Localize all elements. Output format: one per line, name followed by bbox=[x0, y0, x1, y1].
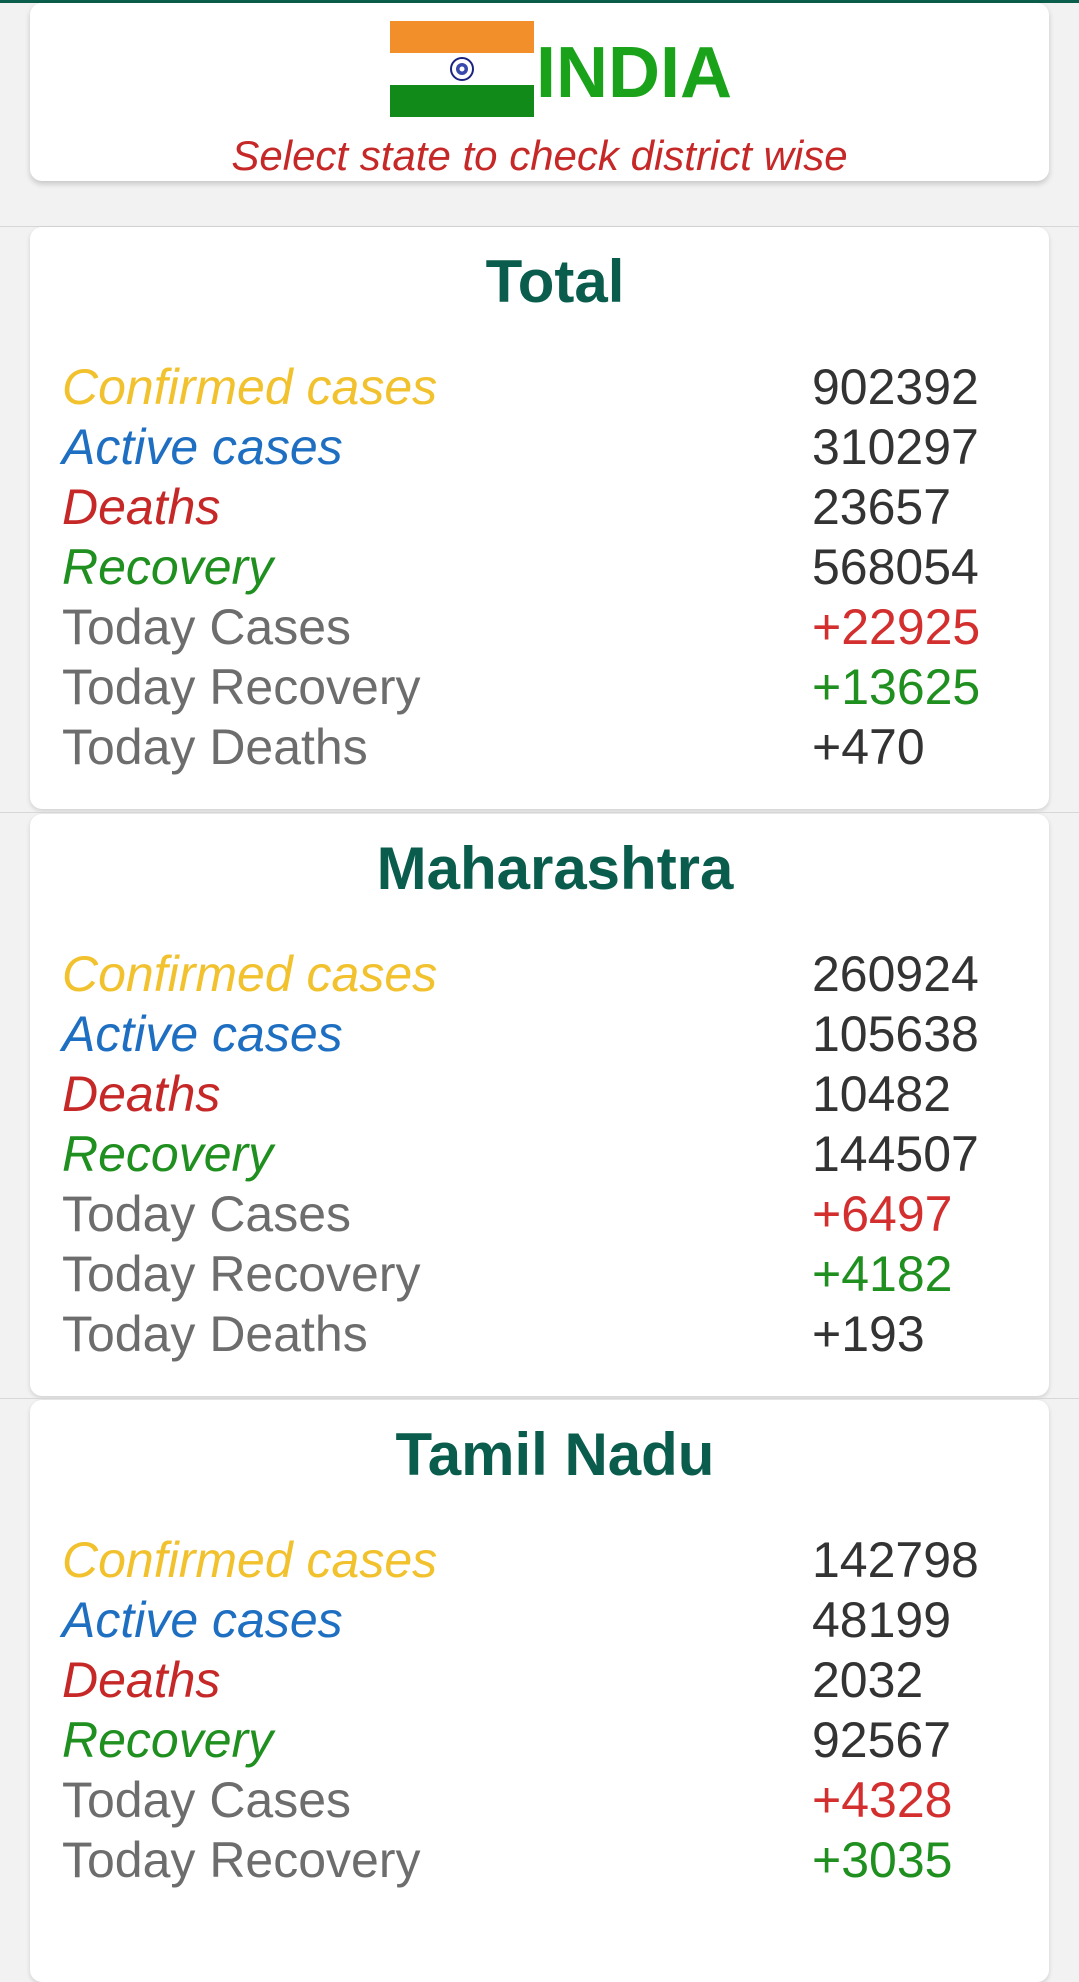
label-today-recovery: Today Recovery bbox=[62, 1832, 421, 1888]
label-today-recovery: Today Recovery bbox=[62, 1246, 421, 1302]
value-deaths: 2032 bbox=[812, 1652, 924, 1708]
value-today-recovery: +13625 bbox=[812, 659, 981, 715]
value-recovery: 92567 bbox=[812, 1712, 952, 1768]
value-today-recovery: +4182 bbox=[812, 1246, 953, 1302]
row-today-cases: Today Cases +22925 bbox=[62, 597, 1022, 657]
value-active: 310297 bbox=[812, 419, 979, 475]
row-active: Active cases 48199 bbox=[62, 1590, 1022, 1650]
row-active: Active cases 310297 bbox=[62, 417, 1022, 477]
value-today-recovery: +3035 bbox=[812, 1832, 953, 1888]
label-today-recovery: Today Recovery bbox=[62, 659, 421, 715]
stats-card-total[interactable]: Total Confirmed cases 902392 Active case… bbox=[30, 227, 1049, 809]
row-confirmed: Confirmed cases 142798 bbox=[62, 1530, 1022, 1590]
label-deaths: Deaths bbox=[62, 1066, 221, 1122]
row-recovery: Recovery 92567 bbox=[62, 1710, 1022, 1770]
row-recovery: Recovery 568054 bbox=[62, 537, 1022, 597]
row-deaths: Deaths 10482 bbox=[62, 1064, 1022, 1124]
stats-card-tamil-nadu[interactable]: Tamil Nadu Confirmed cases 142798 Active… bbox=[30, 1400, 1049, 1982]
row-confirmed: Confirmed cases 260924 bbox=[62, 944, 1022, 1004]
section-divider bbox=[0, 1398, 1079, 1399]
india-flag-icon bbox=[390, 21, 534, 117]
label-recovery: Recovery bbox=[62, 1712, 274, 1768]
value-deaths: 10482 bbox=[812, 1066, 952, 1122]
card-title: Maharashtra bbox=[376, 835, 734, 902]
label-recovery: Recovery bbox=[62, 1126, 274, 1182]
stats-card-maharashtra[interactable]: Maharashtra Confirmed cases 260924 Activ… bbox=[30, 814, 1049, 1396]
value-confirmed: 142798 bbox=[812, 1532, 979, 1588]
value-deaths: 23657 bbox=[812, 479, 952, 535]
label-confirmed: Confirmed cases bbox=[62, 946, 438, 1002]
row-deaths: Deaths 2032 bbox=[62, 1650, 1022, 1710]
label-today-cases: Today Cases bbox=[62, 599, 352, 655]
label-deaths: Deaths bbox=[62, 1652, 221, 1708]
row-recovery: Recovery 144507 bbox=[62, 1124, 1022, 1184]
label-confirmed: Confirmed cases bbox=[62, 359, 438, 415]
row-deaths: Deaths 23657 bbox=[62, 477, 1022, 537]
row-today-recovery: Today Recovery +13625 bbox=[62, 657, 1022, 717]
value-today-cases: +4328 bbox=[812, 1772, 953, 1828]
country-name: INDIA bbox=[536, 33, 732, 113]
label-active: Active cases bbox=[62, 419, 343, 475]
row-today-cases: Today Cases +6497 bbox=[62, 1184, 1022, 1244]
row-today-recovery: Today Recovery +4182 bbox=[62, 1244, 1022, 1304]
value-confirmed: 260924 bbox=[812, 946, 979, 1002]
row-confirmed: Confirmed cases 902392 bbox=[62, 357, 1022, 417]
value-recovery: 144507 bbox=[812, 1126, 979, 1182]
row-today-cases: Today Cases +4328 bbox=[62, 1770, 1022, 1830]
value-today-deaths: +470 bbox=[812, 719, 925, 775]
value-confirmed: 902392 bbox=[812, 359, 979, 415]
country-header-card[interactable]: INDIA Select state to check district wis… bbox=[30, 3, 1049, 181]
label-today-cases: Today Cases bbox=[62, 1186, 352, 1242]
value-active: 48199 bbox=[812, 1592, 952, 1648]
label-active: Active cases bbox=[62, 1006, 343, 1062]
header-subtitle: Select state to check district wise bbox=[231, 132, 848, 179]
label-recovery: Recovery bbox=[62, 539, 274, 595]
value-active: 105638 bbox=[812, 1006, 979, 1062]
label-today-cases: Today Cases bbox=[62, 1772, 352, 1828]
value-recovery: 568054 bbox=[812, 539, 979, 595]
label-today-deaths: Today Deaths bbox=[62, 719, 368, 775]
value-today-cases: +22925 bbox=[812, 599, 981, 655]
label-today-deaths: Today Deaths bbox=[62, 1306, 368, 1362]
card-title: Total bbox=[485, 248, 625, 315]
label-deaths: Deaths bbox=[62, 479, 221, 535]
row-today-recovery: Today Recovery +3035 bbox=[62, 1830, 1022, 1890]
value-today-deaths: +193 bbox=[812, 1306, 925, 1362]
value-today-cases: +6497 bbox=[812, 1186, 953, 1242]
card-title: Tamil Nadu bbox=[395, 1421, 715, 1488]
label-confirmed: Confirmed cases bbox=[62, 1532, 438, 1588]
ashoka-chakra-icon bbox=[450, 57, 474, 81]
label-active: Active cases bbox=[62, 1592, 343, 1648]
row-today-deaths: Today Deaths +193 bbox=[62, 1304, 1022, 1364]
section-divider bbox=[0, 812, 1079, 813]
row-today-deaths: Today Deaths +470 bbox=[62, 717, 1022, 777]
row-active: Active cases 105638 bbox=[62, 1004, 1022, 1064]
